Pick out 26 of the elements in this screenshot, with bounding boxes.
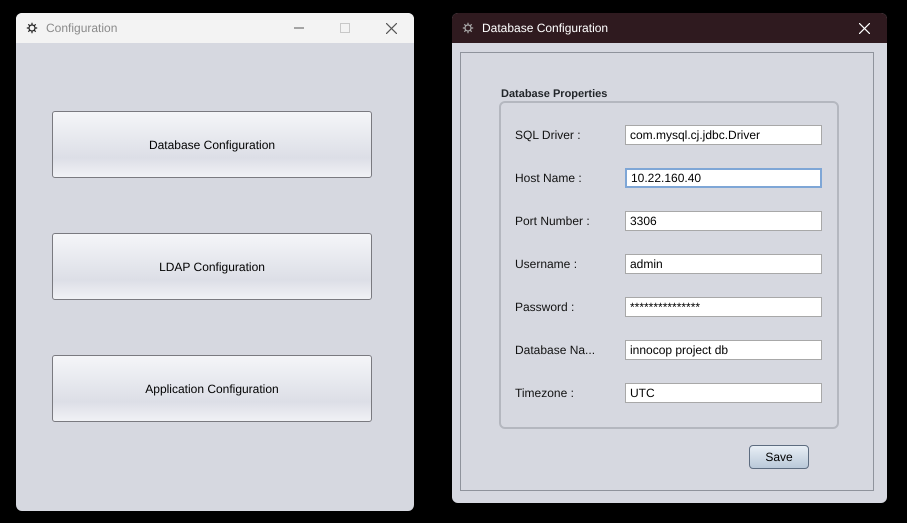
maximize-icon: [340, 23, 350, 33]
window-title: Database Configuration: [482, 20, 610, 37]
text-field[interactable]: innocop project db: [625, 340, 822, 360]
config-button[interactable]: Application Configuration: [52, 355, 372, 422]
text-field[interactable]: admin: [625, 254, 822, 274]
text-field[interactable]: 3306: [625, 211, 822, 231]
config-button[interactable]: Database Configuration: [52, 111, 372, 178]
config-button[interactable]: LDAP Configuration: [52, 233, 372, 300]
field-label: Username :: [515, 256, 578, 273]
close-icon: [386, 22, 396, 34]
text-field[interactable]: UTC: [625, 383, 822, 403]
text-field[interactable]: 10.22.160.40: [625, 168, 822, 188]
group-title: Database Properties: [501, 87, 608, 101]
field-label: Password :: [515, 299, 576, 316]
field-label: Port Number :: [515, 213, 591, 230]
text-field[interactable]: ***************: [625, 297, 822, 317]
window-title: Configuration: [46, 20, 118, 37]
text-field[interactable]: com.mysql.cj.jdbc.Driver: [625, 125, 822, 145]
field-label: Timezone :: [515, 385, 575, 402]
save-button[interactable]: Save: [749, 445, 809, 469]
gear-icon: [462, 22, 474, 34]
close-icon: [858, 22, 870, 34]
field-label: Database Na...: [515, 342, 596, 359]
field-label: Host Name :: [515, 170, 583, 187]
gear-icon: [26, 22, 38, 34]
field-label: SQL Driver :: [515, 127, 582, 144]
